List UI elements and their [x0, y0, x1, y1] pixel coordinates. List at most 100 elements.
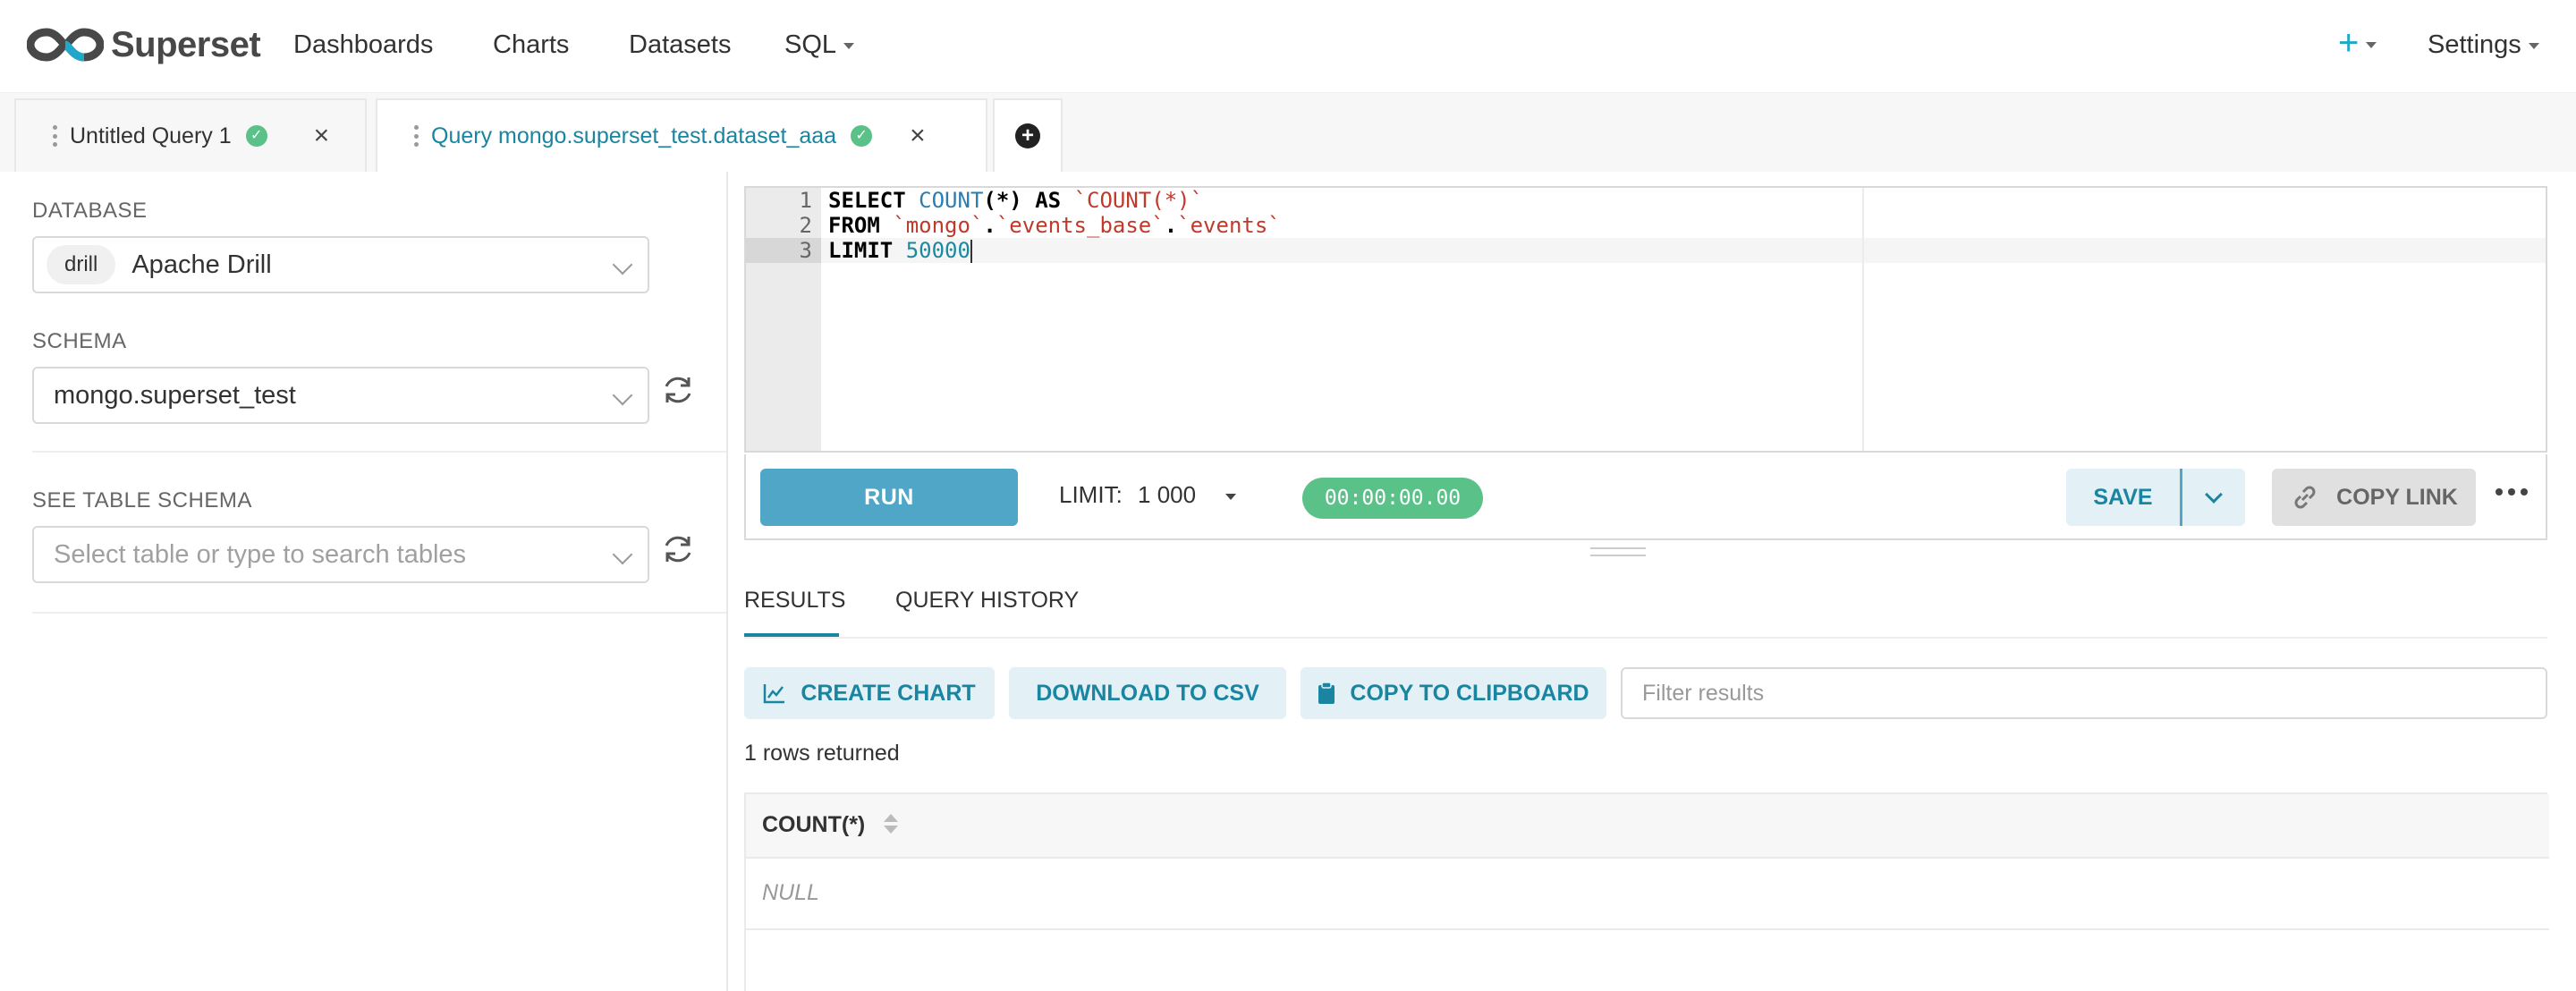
text-cursor [970, 240, 972, 263]
run-button[interactable]: RUN [760, 469, 1018, 526]
line-number: 2 [799, 213, 812, 238]
top-navbar: Superset Dashboards Charts Datasets SQL … [0, 0, 2576, 93]
code-token: 50000 [905, 238, 970, 263]
save-button[interactable]: SAVE [2066, 469, 2182, 526]
database-label: DATABASE [32, 199, 148, 223]
divider [32, 612, 726, 614]
copy-clipboard-label: COPY TO CLIPBOARD [1350, 680, 1589, 706]
chevron-down-icon [612, 254, 633, 275]
chevron-down-icon [2205, 486, 2223, 504]
database-value: Apache Drill [131, 250, 272, 279]
code-token: . [983, 213, 996, 238]
download-csv-label: DOWNLOAD TO CSV [1036, 680, 1259, 706]
editor-toolbar: RUN LIMIT: 1 000 00:00:00.00 SAVE COPY L… [744, 454, 2547, 540]
line-chart-icon [764, 684, 785, 704]
nav-sql-label: SQL [784, 30, 837, 59]
plus-circle-icon: + [1015, 123, 1040, 148]
row-divider [746, 928, 2549, 930]
create-chart-button[interactable]: CREATE CHART [744, 667, 995, 719]
active-line-highlight [821, 238, 2546, 263]
divider [32, 451, 726, 453]
schema-label: SCHEMA [32, 329, 127, 353]
nav-sql[interactable]: SQL [784, 27, 855, 63]
superset-logo[interactable]: Superset [27, 21, 261, 68]
limit-dropdown[interactable]: LIMIT: 1 000 [1059, 481, 1237, 509]
line-number: 3 [799, 238, 812, 263]
add-query-tab-button[interactable]: + [993, 98, 1063, 172]
code-token: `mongo` [893, 213, 984, 238]
table-select[interactable]: Select table or type to search tables [32, 526, 649, 583]
nav-datasets[interactable]: Datasets [629, 27, 731, 63]
code-token: `COUNT(*)` [1073, 188, 1204, 213]
plus-icon: + [2338, 23, 2360, 63]
drag-handle-icon[interactable] [413, 125, 419, 147]
tab-query-history[interactable]: QUERY HISTORY [895, 585, 1079, 615]
table-cell: NULL [762, 880, 819, 905]
limit-label: LIMIT: [1059, 481, 1123, 508]
line-number: 1 [799, 188, 812, 213]
sql-editor[interactable]: 1 2 3 SELECT COUNT(*) AS `COUNT(*)` FROM… [744, 186, 2547, 453]
caret-down-icon [2528, 42, 2539, 49]
table-schema-label: SEE TABLE SCHEMA [32, 488, 252, 512]
results-table: COUNT(*) NULL [744, 792, 2549, 991]
more-options-icon[interactable] [2496, 488, 2528, 496]
copy-link-label: COPY LINK [2336, 484, 2458, 510]
active-tab-indicator [744, 633, 839, 637]
print-margin [1862, 188, 1864, 451]
sort-icon[interactable] [884, 814, 898, 839]
query-tab-active[interactable]: Query mongo.superset_test.dataset_aaa ✓ … [376, 98, 987, 172]
code-token: `events_base` [996, 213, 1165, 238]
schema-select[interactable]: mongo.superset_test [32, 367, 649, 424]
close-tab-icon[interactable]: × [314, 123, 330, 149]
database-type-chip: drill [47, 245, 116, 284]
query-tabs-bar: Untitled Query 1 ✓ × Query mongo.superse… [0, 93, 2576, 172]
results-tabs-border [744, 637, 2547, 639]
table-select-placeholder: Select table or type to search tables [54, 539, 467, 569]
chevron-down-icon [612, 544, 633, 565]
settings-menu[interactable]: Settings [2428, 27, 2539, 63]
superset-logo-icon [27, 28, 104, 62]
query-tab-untitled[interactable]: Untitled Query 1 ✓ × [14, 98, 367, 172]
limit-value: 1 000 [1138, 481, 1197, 508]
close-tab-icon[interactable]: × [910, 123, 926, 149]
code-line-2[interactable]: FROM `mongo`.`events_base`.`events` [828, 213, 1281, 238]
database-select[interactable]: drill Apache Drill [32, 236, 649, 293]
tab-results[interactable]: RESULTS [744, 585, 845, 615]
refresh-tables-icon[interactable] [660, 531, 696, 567]
code-token: `events` [1177, 213, 1281, 238]
copy-link-button[interactable]: COPY LINK [2272, 469, 2476, 526]
success-check-icon: ✓ [851, 125, 873, 147]
split-resize-handle[interactable] [1590, 547, 1646, 556]
clipboard-icon [1318, 682, 1335, 704]
code-token: FROM [828, 213, 894, 238]
create-chart-label: CREATE CHART [801, 680, 976, 706]
link-icon [2294, 486, 2316, 509]
schema-value: mongo.superset_test [54, 380, 296, 410]
left-sidebar: DATABASE drill Apache Drill SCHEMA mongo… [14, 172, 728, 991]
brand-name: Superset [111, 24, 261, 64]
caret-down-icon [843, 42, 855, 49]
chevron-down-icon [612, 385, 633, 406]
settings-label: Settings [2428, 30, 2521, 59]
download-csv-button[interactable]: DOWNLOAD TO CSV [1009, 667, 1286, 719]
code-line-1[interactable]: SELECT COUNT(*) AS `COUNT(*)` [828, 188, 1203, 213]
filter-results-input[interactable]: Filter results [1621, 667, 2547, 719]
query-timer: 00:00:00.00 [1302, 478, 1483, 519]
save-dropdown-button[interactable] [2182, 469, 2245, 526]
drag-handle-icon[interactable] [52, 125, 57, 147]
nav-charts[interactable]: Charts [493, 27, 569, 63]
code-line-3[interactable]: LIMIT 50000 [828, 238, 972, 263]
refresh-schema-icon[interactable] [660, 372, 696, 408]
caret-down-icon [2366, 41, 2377, 48]
code-token: SELECT [828, 188, 919, 213]
column-header-count[interactable]: COUNT(*) [762, 812, 865, 838]
nav-dashboards[interactable]: Dashboards [293, 27, 433, 63]
code-token: LIMIT [828, 238, 906, 263]
query-tab-title: Untitled Query 1 [70, 123, 232, 148]
copy-clipboard-button[interactable]: COPY TO CLIPBOARD [1301, 667, 1606, 719]
query-tab-title: Query mongo.superset_test.dataset_aaa [431, 123, 837, 148]
code-token: (*) AS [983, 188, 1074, 213]
code-token: COUNT [919, 188, 984, 213]
new-menu[interactable]: + [2338, 23, 2377, 63]
table-header-row: COUNT(*) [746, 794, 2549, 859]
